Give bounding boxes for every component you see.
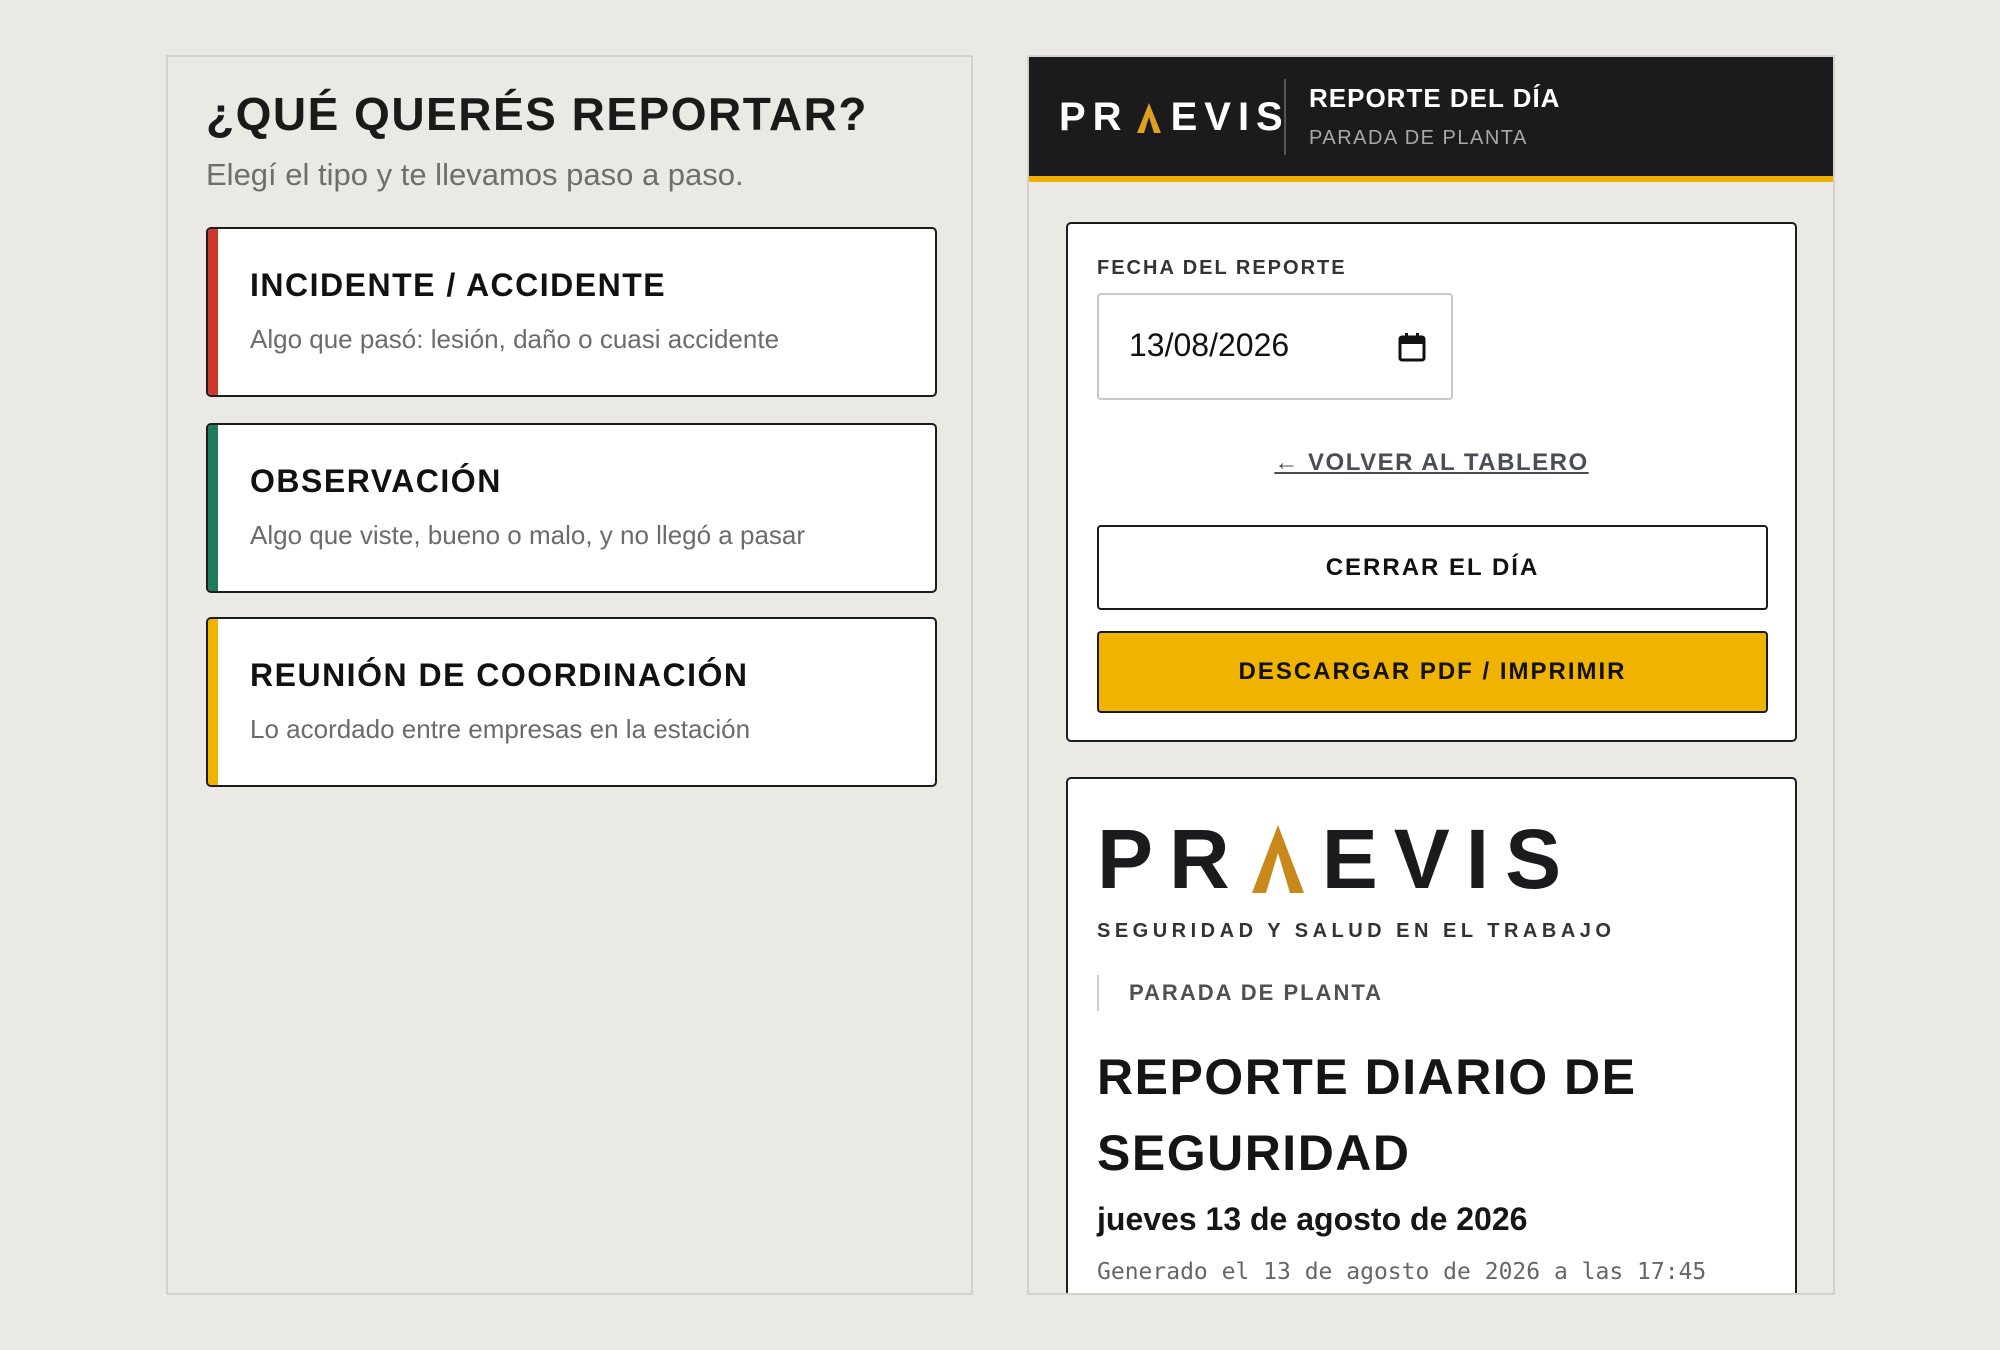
report-generated-timestamp: Generado el 13 de agosto de 2026 a las 1… [1097,1259,1707,1285]
report-section-label: PARADA DE PLANTA [1097,975,1383,1011]
card-title: REUNIÓN DE COORDINACIÓN [250,657,749,693]
logo-text-left: PR [1059,95,1129,139]
card-accent-yellow [208,619,218,785]
date-label: FECHA DEL REPORTE [1097,257,1347,279]
report-logo-text-left: PR [1097,812,1246,906]
report-logo-text-right: EVIS [1321,812,1578,906]
logo-text-right: EVIS [1170,95,1290,139]
card-accent-green [208,425,218,591]
type-card-observacion[interactable]: OBSERVACIÓN Algo que viste, bueno o malo… [206,423,937,593]
back-to-dashboard-link[interactable]: ← VOLVER AL TABLERO [1068,449,1795,477]
logo-chevron-icon [1136,102,1161,133]
download-pdf-button[interactable]: DESCARGAR PDF / IMPRIMIR [1097,631,1768,713]
type-card-incidente[interactable]: INCIDENTE / ACCIDENTE Algo que pasó: les… [206,227,937,397]
header-title: REPORTE DEL DÍA [1309,83,1561,113]
header-bar: PR EVIS REPORTE DEL DÍA PARADA DE PLANTA [1029,57,1833,182]
daily-report-panel: PR EVIS REPORTE DEL DÍA PARADA DE PLANTA… [1027,55,1835,1295]
header-divider [1284,79,1286,155]
card-title: OBSERVACIÓN [250,463,502,499]
card-description: Lo acordado entre empresas en la estació… [250,714,751,744]
date-value: 13/08/2026 [1129,327,1290,363]
card-description: Algo que viste, bueno o malo, y no llegó… [250,520,806,550]
date-field[interactable]: 13/08/2026 [1097,293,1453,400]
type-card-reunion[interactable]: REUNIÓN DE COORDINACIÓN Lo acordado entr… [206,617,937,787]
report-tagline: SEGURIDAD Y SALUD EN EL TRABAJO [1097,920,1616,942]
report-logo: PR EVIS [1097,817,1577,901]
card-description: Algo que pasó: lesión, daño o cuasi acci… [250,324,780,354]
calendar-icon[interactable] [1397,331,1427,363]
card-title: INCIDENTE / ACCIDENTE [250,267,667,303]
close-day-button[interactable]: CERRAR EL DÍA [1097,525,1768,610]
report-type-panel: ¿QUÉ QUERÉS REPORTAR? Elegí el tipo y te… [166,55,973,1295]
report-preview: PR EVIS SEGURIDAD Y SALUD EN EL TRABAJO … [1066,777,1797,1293]
report-date: jueves 13 de agosto de 2026 [1097,1201,1528,1237]
page-title: ¿QUÉ QUERÉS REPORTAR? [206,88,868,140]
logo-chevron-icon [1251,825,1304,893]
card-accent-red [208,229,218,395]
page-subtitle: Elegí el tipo y te llevamos paso a paso. [206,157,744,192]
praevis-logo: PR EVIS [1059,95,1290,140]
controls-card: FECHA DEL REPORTE 13/08/2026 ← VOLVER AL… [1066,222,1797,742]
report-title: REPORTE DIARIO DE SEGURIDAD [1097,1049,1637,1181]
header-subtitle: PARADA DE PLANTA [1309,127,1528,149]
